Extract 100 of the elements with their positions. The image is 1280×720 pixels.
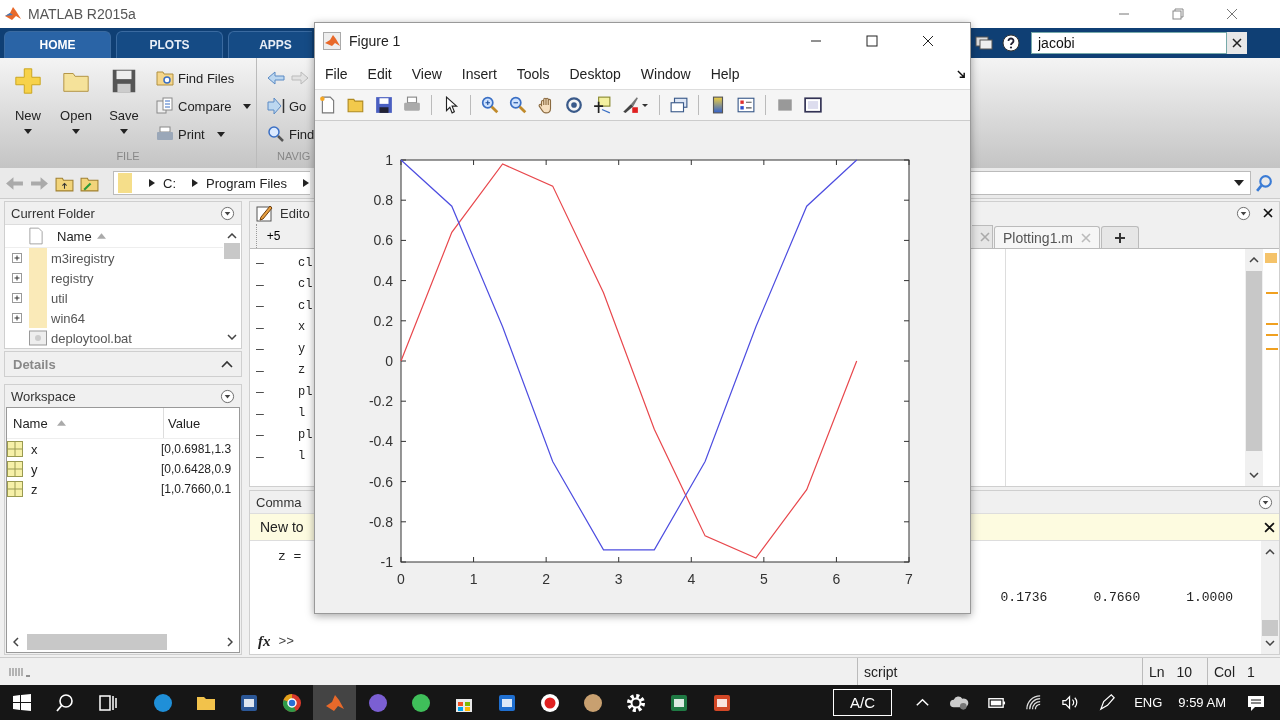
expand-icon[interactable]: [12, 273, 22, 283]
zoom-in-icon[interactable]: [481, 96, 499, 114]
line-marker: –: [255, 427, 265, 443]
menu-item[interactable]: Desktop: [569, 66, 621, 82]
pen-icon[interactable]: [1098, 693, 1118, 712]
scroll-up-icon[interactable]: [1265, 549, 1275, 555]
variable-name[interactable]: z: [31, 481, 38, 497]
expand-icon[interactable]: [12, 293, 22, 303]
search-icon[interactable]: [55, 692, 75, 713]
close-icon[interactable]: [1264, 521, 1275, 533]
line-marker: –: [255, 276, 265, 292]
close-icon[interactable]: [922, 35, 934, 47]
path-field[interactable]: C: Program Files: [113, 171, 310, 195]
scroll-down-icon[interactable]: [1265, 640, 1275, 646]
variable-name[interactable]: x: [31, 441, 38, 457]
brush-icon[interactable]: [621, 96, 639, 114]
open-folder-icon[interactable]: [347, 96, 365, 114]
function-browser-icon[interactable]: fx: [258, 633, 271, 650]
tab-scroll-button[interactable]: +5: [256, 224, 290, 248]
print-icon[interactable]: [403, 96, 421, 114]
linked-windows-icon[interactable]: [670, 96, 688, 114]
file-name[interactable]: util: [51, 290, 68, 306]
menu-item[interactable]: Help: [710, 66, 740, 82]
power-indicator[interactable]: A/C: [833, 689, 893, 716]
ribbon-button[interactable]: Go: [267, 94, 315, 118]
square-icon[interactable]: [776, 96, 794, 114]
rotate-icon[interactable]: [565, 96, 583, 114]
search-field[interactable]: jacobi: [1031, 32, 1227, 54]
help-icon[interactable]: [1002, 34, 1020, 52]
column-header[interactable]: Value: [168, 415, 201, 431]
scrollbar[interactable]: [1245, 249, 1263, 486]
command-prompt[interactable]: >>: [278, 634, 295, 649]
scroll-down-icon[interactable]: [1249, 472, 1259, 478]
language-indicator[interactable]: ENG: [1134, 695, 1163, 710]
scroll-down-icon[interactable]: [227, 334, 237, 340]
scrollbar[interactable]: [1261, 541, 1279, 654]
matlab-logo-icon: [323, 32, 341, 50]
panel-icon[interactable]: [804, 96, 822, 114]
tick-label: -0.4: [368, 433, 393, 450]
menu-item[interactable]: Tools: [516, 66, 550, 82]
ribbon-button[interactable]: New: [6, 66, 50, 148]
cloud-icon[interactable]: [950, 693, 970, 712]
new-file-icon[interactable]: [319, 96, 337, 114]
status-grip-icon[interactable]: [8, 665, 32, 678]
file-name[interactable]: registry: [51, 270, 94, 286]
file-name[interactable]: deploytool.bat: [51, 330, 132, 346]
windows-logo-icon[interactable]: [12, 692, 32, 713]
windows-icon[interactable]: [975, 34, 993, 52]
panel-menu-icon[interactable]: [220, 205, 235, 221]
collapse-icon[interactable]: [221, 360, 233, 368]
scroll-up-icon[interactable]: [227, 233, 237, 239]
new-tab-button[interactable]: [1101, 226, 1139, 248]
chat-icon: [409, 691, 432, 714]
expand-icon[interactable]: [12, 253, 22, 263]
panel-menu-icon[interactable]: [1236, 205, 1251, 221]
scroll-up-icon[interactable]: [1249, 257, 1259, 263]
ribbon-button[interactable]: Print: [156, 122, 252, 146]
path-crumb[interactable]: Program Files: [206, 175, 287, 191]
chevron-icon: [302, 179, 309, 187]
panel-menu-icon[interactable]: [1258, 494, 1273, 510]
scroll-thumb[interactable]: [27, 634, 167, 650]
task-view-icon[interactable]: [98, 692, 118, 713]
variable-name[interactable]: y: [31, 461, 38, 477]
scroll-right-icon[interactable]: [227, 637, 233, 647]
column-header[interactable]: Name: [57, 228, 92, 244]
file-tab[interactable]: Plotting1.m: [993, 226, 1100, 248]
data-cursor-icon[interactable]: [593, 96, 611, 114]
ribbon-button[interactable]: Save: [102, 66, 146, 148]
column-header[interactable]: Name: [13, 415, 48, 431]
zoom-out-icon[interactable]: [509, 96, 527, 114]
ribbon-button[interactable]: Find Files: [156, 66, 252, 90]
ribbon-tab[interactable]: APPS: [228, 31, 312, 58]
menu-item[interactable]: Edit: [367, 66, 392, 82]
ribbon-button[interactable]: Open: [54, 66, 98, 148]
menu-item[interactable]: Insert: [461, 66, 497, 82]
panel-menu-icon[interactable]: [220, 388, 235, 404]
clear-button[interactable]: [1227, 32, 1247, 54]
ribbon-button[interactable]: Find: [267, 122, 315, 146]
ribbon-button[interactable]: Compare: [156, 94, 252, 118]
command-output: z =: [278, 549, 302, 564]
expand-icon[interactable]: [12, 313, 22, 323]
menu-item[interactable]: View: [411, 66, 442, 82]
clock[interactable]: 9:59 AM: [1178, 695, 1226, 710]
panel-title: Details: [13, 356, 56, 372]
scroll-thumb[interactable]: [1262, 620, 1278, 636]
close-icon[interactable]: [1263, 208, 1273, 218]
maximize-icon[interactable]: [866, 35, 878, 47]
ribbon-tab[interactable]: HOME: [4, 31, 111, 58]
path-crumb[interactable]: C:: [163, 175, 176, 191]
file-name[interactable]: m3iregistry: [51, 250, 115, 266]
save-icon[interactable]: [375, 96, 393, 114]
menu-item[interactable]: Window: [640, 66, 691, 82]
scroll-thumb[interactable]: [224, 243, 240, 259]
dock-arrow-icon[interactable]: [957, 69, 966, 79]
file-name[interactable]: win64: [51, 310, 85, 326]
scroll-left-icon[interactable]: [13, 637, 19, 647]
menu-item[interactable]: File: [325, 66, 348, 82]
ribbon-tab[interactable]: PLOTS: [116, 31, 223, 58]
legend-icon[interactable]: [737, 96, 755, 114]
scroll-thumb[interactable]: [1246, 271, 1262, 451]
